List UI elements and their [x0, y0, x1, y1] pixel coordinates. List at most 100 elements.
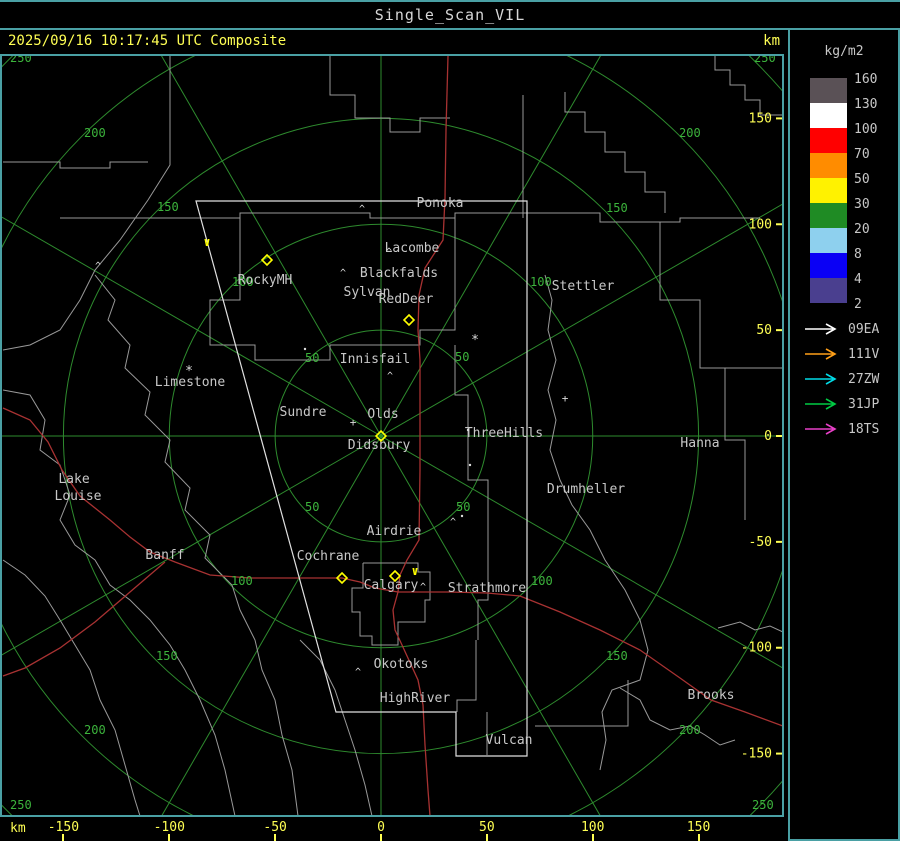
city-label: Innisfail: [340, 352, 410, 367]
bottom-axis: km -150 -100 -50 0 50 100 150: [0, 817, 786, 841]
county-boundary: [724, 368, 746, 520]
city-label: Blackfalds: [360, 266, 438, 281]
town-caret-marker: ^: [355, 667, 361, 678]
city-label: Sundre: [280, 405, 327, 420]
legend-threshold-value: 4: [854, 272, 862, 287]
km-unit-label-top: km: [763, 33, 780, 49]
legend-threshold-value: 130: [854, 97, 878, 112]
city-label: Cochrane: [297, 549, 360, 564]
city-label: Calgary: [364, 578, 419, 593]
range-ring-label: 200: [84, 723, 106, 737]
range-ring-label: 200: [679, 126, 701, 140]
radar-site-id: 111V: [848, 347, 880, 362]
range-ring-label: 100: [530, 275, 552, 289]
legend-units-label: kg/m2: [824, 44, 864, 59]
city-label: Ponoka: [417, 196, 464, 211]
city-label: Banff: [145, 548, 184, 563]
bottom-axis-label: 50: [479, 820, 495, 835]
right-axis-label: 150: [749, 111, 772, 126]
radar-site-id: 18TS: [848, 422, 880, 437]
star-marker: *: [185, 364, 193, 379]
legend-threshold-value: 20: [854, 222, 870, 237]
18ts-arrow-icon: [805, 423, 837, 435]
azimuth-spoke: [380, 435, 782, 669]
bottom-axis-label: 150: [686, 820, 711, 835]
legend-panel: kg/m2 160 130 100 70 50 30 20 8 4 2 09EA 111V 27ZW 3…: [788, 28, 900, 841]
dot-marker: [468, 463, 472, 467]
town-caret-marker: ^: [386, 247, 392, 258]
bottom-axis-tick: [591, 834, 594, 841]
radar-map-viewport[interactable]: 50 100 150 200 250 50 100 150 200 250 50 100 150 200 2…: [0, 54, 784, 817]
bottom-axis-tick: [62, 834, 65, 841]
right-axis-label: -100: [741, 641, 772, 656]
bottom-axis-tick: [380, 834, 382, 841]
range-ring-label: 200: [679, 723, 701, 737]
azimuth-spoke: [161, 435, 382, 815]
range-ring-label: 150: [157, 200, 179, 214]
storm-vector-arrow: ∨: [203, 235, 210, 249]
plus-marker: +: [350, 416, 357, 429]
legend-color-cell: [810, 153, 847, 178]
city-label: HighRiver: [380, 691, 451, 706]
city-label: Louise: [55, 489, 102, 504]
city-label: Lake: [58, 472, 89, 487]
city-label: Airdrie: [367, 524, 422, 539]
bottom-axis-label: 100: [580, 820, 605, 835]
legend-threshold-value: 30: [854, 197, 870, 212]
legend-threshold-value: 70: [854, 147, 870, 162]
county-boundary: [535, 680, 629, 727]
county-boundary: [717, 621, 782, 633]
range-ring-label: 250: [10, 56, 32, 65]
county-boundary: [564, 92, 666, 213]
bottom-axis-tick: [168, 834, 171, 841]
range-ring-label: 250: [752, 798, 774, 812]
legend-threshold-value: 50: [854, 172, 870, 187]
title-bar: Single_Scan_VIL: [0, 0, 900, 30]
county-boundary: [659, 222, 782, 369]
city-label: Strathmore: [448, 581, 526, 596]
scan-timestamp: 2025/09/16 10:17:45 UTC Composite: [8, 33, 287, 49]
range-ring-label: 150: [606, 201, 628, 215]
range-ring-label: 50: [455, 350, 469, 364]
dot-marker: [466, 428, 470, 432]
highway-line: [398, 591, 782, 727]
bottom-axis-tick: [697, 834, 700, 841]
right-axis-label: 100: [749, 217, 772, 232]
range-ring-label: 50: [456, 500, 470, 514]
window-title: Single_Scan_VIL: [374, 6, 526, 24]
county-boundary: [2, 389, 236, 815]
range-ring-label: 100: [231, 574, 253, 588]
bottom-axis-label: -150: [47, 820, 80, 835]
town-caret-marker: ^: [420, 582, 426, 593]
town-caret-marker: ^: [359, 204, 365, 215]
status-row: 2025/09/16 10:17:45 UTC Composite km: [0, 30, 786, 54]
town-caret-marker: ^: [340, 268, 346, 279]
city-label: Didsbury: [348, 438, 411, 453]
city-label: Okotoks: [374, 657, 429, 672]
legend-threshold-value: 8: [854, 247, 862, 262]
legend-threshold-value: 160: [854, 72, 878, 87]
right-axis-label: -150: [741, 747, 772, 762]
highway-line: [2, 561, 166, 677]
city-label: Lacombe: [385, 241, 440, 256]
range-ring-label: 50: [305, 500, 319, 514]
bottom-axis-label: -100: [153, 820, 185, 835]
legend-threshold-value: 100: [854, 122, 878, 137]
azimuth-spoke: [2, 216, 382, 437]
right-axis-label: 0: [764, 429, 772, 444]
city-label: Stettler: [552, 279, 615, 294]
county-boundary: [299, 639, 373, 815]
county-boundary: [2, 56, 171, 351]
radar-site-diamond: [402, 313, 416, 327]
city-label: Olds: [367, 407, 398, 422]
radar-site-id: 09EA: [848, 322, 880, 337]
city-label: Vulcan: [486, 733, 533, 748]
legend-color-cell: [810, 253, 847, 278]
legend-color-cell: [810, 278, 847, 303]
range-ring-label: 50: [305, 351, 319, 365]
county-boundary: [456, 640, 477, 712]
plus-marker: +: [562, 392, 569, 405]
legend-color-cell: [810, 203, 847, 228]
legend-color-cell: [810, 178, 847, 203]
31jp-arrow-icon: [805, 398, 837, 410]
